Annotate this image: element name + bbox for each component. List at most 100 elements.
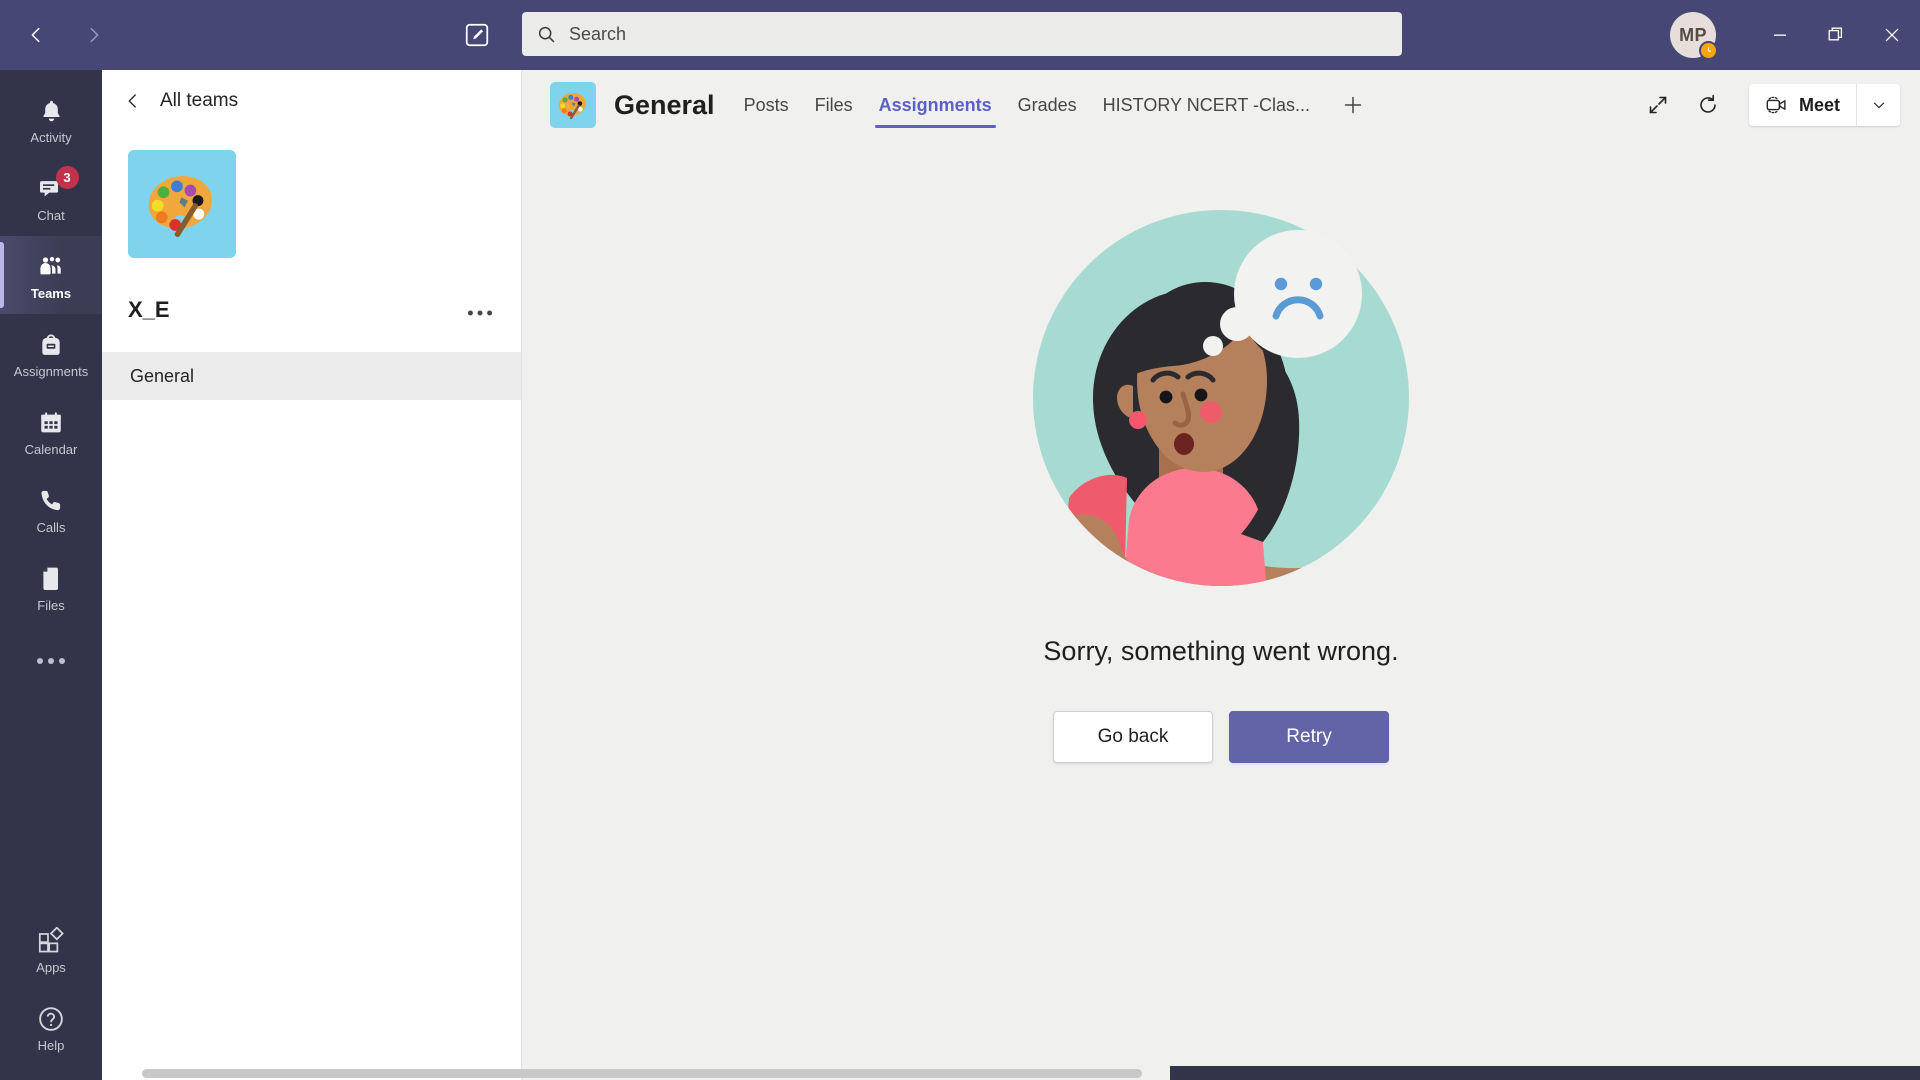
ellipsis-icon [467,309,493,317]
chevron-left-icon [25,24,47,46]
help-circle-icon [37,1002,65,1036]
channel-team-icon [550,82,596,128]
error-action-buttons: Go back Retry [1053,711,1389,763]
sidebar-item-label: Files [37,599,64,612]
backpack-icon [38,328,64,362]
sidebar-item-label: Activity [30,131,71,144]
tab-posts[interactable]: Posts [731,70,802,140]
team-avatar-container [102,132,521,258]
new-chat-button[interactable] [455,13,499,57]
tab-list: Posts Files Assignments Grades HISTORY N… [731,70,1384,140]
titlebar-right-controls: MP [1670,0,1920,70]
error-illustration [1033,198,1409,610]
app-body: Activity 3 Chat [0,70,1920,1080]
go-back-button[interactable]: Go back [1053,711,1213,763]
search-icon [536,24,557,45]
sidebar-item-calendar[interactable]: Calendar [0,392,102,470]
minimize-button[interactable] [1752,0,1808,70]
chevron-down-icon [1870,96,1888,114]
channel-title: General [614,90,715,121]
compose-new-chat-icon [463,21,491,49]
chat-icon: 3 [38,172,65,206]
file-icon [39,562,63,596]
phone-icon [38,484,64,518]
channel-item-general[interactable]: General [102,352,521,400]
chevron-left-icon [124,92,142,110]
bell-icon [38,94,65,128]
rail-spacer [0,696,102,910]
rail-more-button[interactable] [0,626,102,696]
tab-label: Grades [1018,95,1077,116]
woman-thinking-sad-thought-bubble-icon [1033,198,1409,610]
meet-button-group: Meet [1749,84,1900,126]
left-rail: Activity 3 Chat [0,70,102,1080]
add-tab-button[interactable] [1323,70,1383,140]
go-back-label: Go back [1098,726,1169,748]
team-more-options-button[interactable] [467,299,493,321]
search-input[interactable]: Search [569,24,626,45]
error-message: Sorry, something went wrong. [1043,636,1398,667]
artist-palette-icon [555,87,591,123]
channel-tab-bar: General Posts Files Assignments Grades H… [522,70,1920,140]
apps-grid-icon [37,924,65,958]
error-state-panel: Sorry, something went wrong. Go back Ret… [522,140,1920,1080]
title-bar: Search MP [0,0,1920,70]
retry-label: Retry [1286,726,1331,748]
forward-button[interactable] [72,13,116,57]
sidebar-item-label: Chat [37,209,64,222]
maximize-button[interactable] [1808,0,1864,70]
sidebar-item-label: Apps [36,961,66,974]
content-area: General Posts Files Assignments Grades H… [522,70,1920,1080]
expand-arrows-icon [1646,93,1670,117]
sidebar-item-files[interactable]: Files [0,548,102,626]
expand-button[interactable] [1635,82,1681,128]
team-avatar[interactable] [128,150,236,258]
meet-dropdown-button[interactable] [1856,84,1900,126]
tab-label: Files [815,95,853,116]
video-camera-icon [1765,95,1789,115]
avatar[interactable]: MP [1670,12,1716,58]
meet-button[interactable]: Meet [1749,84,1856,126]
sidebar-item-assignments[interactable]: Assignments [0,314,102,392]
channel-list: General [102,352,521,400]
sidebar-item-label: Calendar [25,443,78,456]
scrollbar-end-strip [1170,1066,1920,1080]
close-icon [1883,26,1901,44]
chevron-right-icon [83,24,105,46]
presence-badge-away [1699,41,1718,60]
tab-history-ncert[interactable]: HISTORY NCERT -Clas... [1090,70,1323,140]
navigation-arrows [14,13,116,57]
tab-files[interactable]: Files [802,70,866,140]
sidebar-item-label: Assignments [14,365,88,378]
search-bar[interactable]: Search [522,12,1402,56]
sidebar-item-chat[interactable]: 3 Chat [0,158,102,236]
all-teams-label: All teams [160,90,238,112]
tab-assignments[interactable]: Assignments [866,70,1005,140]
tab-bar-right-controls: Meet [1635,70,1900,140]
close-button[interactable] [1864,0,1920,70]
tab-grades[interactable]: Grades [1005,70,1090,140]
restore-icon [1827,26,1845,44]
minimize-icon [1772,27,1788,43]
horizontal-scrollbar[interactable] [102,1066,1920,1080]
tab-label: Posts [744,95,789,116]
scrollbar-thumb[interactable] [142,1069,1142,1078]
back-button[interactable] [14,13,58,57]
retry-button[interactable]: Retry [1229,711,1389,763]
teams-icon [36,250,66,284]
meet-label: Meet [1799,95,1840,116]
sidebar-item-label: Teams [31,287,71,300]
team-row[interactable]: X_E [102,280,521,340]
tab-label: Assignments [879,95,992,116]
team-sidebar: All teams [102,70,522,1080]
all-teams-back-button[interactable]: All teams [102,70,521,132]
sidebar-item-activity[interactable]: Activity [0,80,102,158]
sidebar-item-apps[interactable]: Apps [0,910,102,988]
sidebar-item-help[interactable]: Help [0,988,102,1066]
sidebar-item-teams[interactable]: Teams [0,236,102,314]
sidebar-item-calls[interactable]: Calls [0,470,102,548]
refresh-icon [1696,93,1720,117]
chat-unread-badge: 3 [56,166,79,189]
ellipsis-icon [36,657,66,665]
refresh-button[interactable] [1685,82,1731,128]
